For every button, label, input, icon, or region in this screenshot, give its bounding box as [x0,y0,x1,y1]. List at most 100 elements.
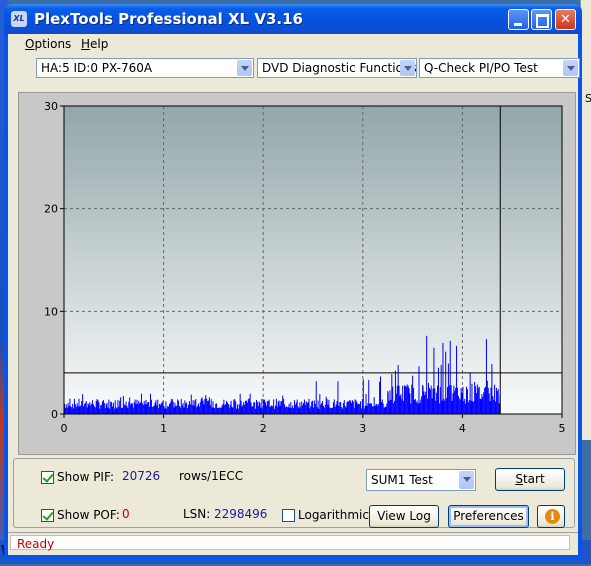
info-button[interactable] [537,505,565,528]
test-select[interactable]: Q-Check PI/PO Test [419,58,580,78]
function-select[interactable]: DVD Diagnostic Functions [257,58,417,78]
pif-bar [131,403,133,414]
pif-bar [251,406,253,414]
pif-bar [247,399,249,414]
pif-bar [78,398,80,414]
pif-bar [471,383,473,414]
pif-bar [352,401,354,414]
pif-bar [181,405,183,414]
pif-bar [340,401,342,414]
pif-bar [436,392,438,414]
pif-bar [303,399,305,414]
menu-help[interactable]: Help [81,37,108,51]
pif-bar [182,403,184,414]
pif-bar [319,394,321,414]
pif-bar [101,404,103,414]
chevron-down-icon[interactable] [563,60,578,76]
pif-bar [330,408,332,414]
pif-bar [274,405,276,414]
pif-bar [163,406,165,414]
pif-bar [162,403,164,414]
pif-bar [466,386,468,414]
pif-bar [450,385,452,414]
pif-bar [394,400,396,414]
chevron-down-icon[interactable] [400,60,415,76]
pif-bar [370,403,372,414]
pif-bar [151,406,153,414]
pif-bar [146,404,148,414]
pif-bar [245,400,247,414]
pif-bar [338,406,340,414]
pif-bar [278,400,280,414]
pif-bar [390,399,392,414]
pif-bar [105,404,107,414]
pif-bar [310,406,312,414]
start-button[interactable]: Start [495,468,565,491]
pif-bar [265,405,267,414]
pif-value: 20726 [122,469,161,483]
pif-bar [233,399,235,414]
title-bar[interactable]: XL PlexTools Professional XL V3.16 ✕ [4,4,582,34]
preferences-button[interactable]: Preferences [448,505,529,528]
pif-bar [274,408,276,414]
chevron-down-icon[interactable] [459,471,474,489]
pif-bar [140,402,142,414]
pif-bar [308,398,310,414]
pif-bar [391,374,393,414]
pif-bar [379,381,381,414]
pif-bar [384,406,386,414]
pif-bar [100,405,102,414]
pif-bar [409,393,411,414]
pif-bar [178,406,180,414]
pif-bar [424,394,426,414]
pif-bar [90,405,92,414]
pif-bar [322,405,324,414]
status-bar [8,532,578,553]
pif-bar [467,402,469,414]
logarithmic-checkbox[interactable] [282,509,295,522]
pif-bar [406,384,408,414]
pif-bar [76,403,78,414]
close-button[interactable]: ✕ [555,9,576,30]
pif-bar [372,406,374,414]
show-pof-checkbox[interactable] [41,509,54,522]
pif-bar [161,401,163,414]
pif-bar [408,387,410,414]
test-mode-select[interactable]: SUM1 Test [366,469,476,491]
pif-bar [244,404,246,414]
pif-bar [167,406,169,414]
pif-bar [86,407,88,414]
pif-bar [196,407,198,414]
pif-bar [484,388,486,414]
view-log-button[interactable]: View Log [369,505,439,528]
pif-bar [291,407,293,414]
test-select-value: Q-Check PI/PO Test [424,61,538,75]
drive-select[interactable]: HA:5 ID:0 PX-760A [36,58,254,78]
minimize-button[interactable] [508,9,529,30]
pif-bar [385,406,387,414]
pif-bar [190,394,192,414]
pif-bar [493,399,495,414]
chevron-down-icon[interactable] [237,60,252,76]
pif-bar [304,404,306,414]
pif-bar [344,405,346,414]
pif-bar [425,391,427,414]
menu-options[interactable]: Options [25,37,71,51]
x-tick-label: 5 [559,422,566,435]
pif-bar [195,398,197,414]
pif-bar [210,399,212,414]
pif-bar [417,403,419,414]
drive-select-value: HA:5 ID:0 PX-760A [41,61,153,75]
show-pif-checkbox[interactable] [41,471,54,484]
pif-bar [382,403,384,414]
pif-bar [374,406,376,414]
pif-bar [149,406,151,414]
pif-bar [175,406,177,414]
pif-bar [111,402,113,414]
pif-bar [284,404,286,414]
menu-bar: Options Help [8,34,578,54]
pif-bar [285,406,287,414]
maximize-button[interactable] [531,9,552,30]
pif-bar [241,406,243,414]
pipo-chart: 0 1 2 3 4 5 0 10 20 30 [44,100,566,435]
